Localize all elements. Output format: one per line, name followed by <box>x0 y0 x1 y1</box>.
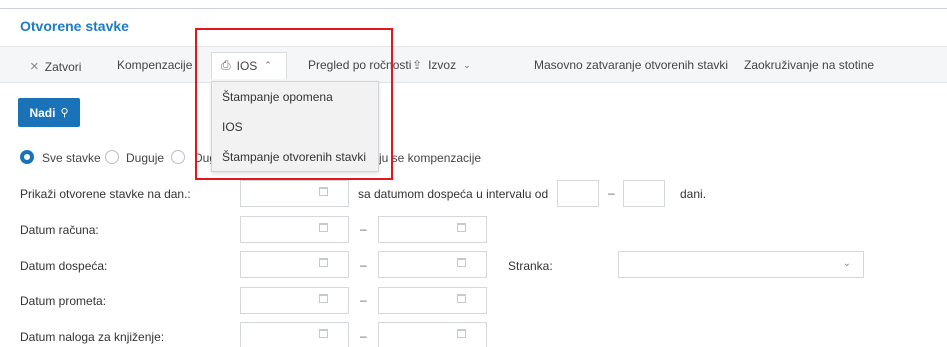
interval-from-input[interactable] <box>557 180 599 207</box>
show-on-date-input[interactable] <box>240 180 349 207</box>
menu-item-ios[interactable]: IOS <box>222 120 243 134</box>
maturity-label: Pregled po ročnosti <box>308 58 412 72</box>
rounding-label: Zaokruživanje na stotine <box>744 58 875 72</box>
close-button[interactable]: × Zatvori <box>30 58 81 75</box>
calendar-icon <box>319 294 328 303</box>
chevron-down-icon: ⌄ <box>842 258 851 269</box>
search-button-label: Nadi <box>29 105 56 120</box>
export-icon: ⇪ <box>412 58 423 72</box>
calendar-icon <box>319 223 328 232</box>
show-on-date-label: Prikaži otvorene stavke na dan.: <box>20 187 191 201</box>
turnover-date-dash: – <box>360 293 367 307</box>
due-date-label: Datum dospeća: <box>20 259 108 273</box>
due-date-dash: – <box>360 258 367 272</box>
due-date-from-input[interactable] <box>240 251 349 278</box>
calendar-icon <box>319 329 328 338</box>
days-label: dani. <box>680 187 707 201</box>
menu-item-print-reminders[interactable]: Štampanje opomena <box>222 90 333 104</box>
export-label: Izvoz <box>428 58 457 72</box>
ios-dropdown-button[interactable]: ⎙ IOS ⌃ <box>221 58 272 73</box>
calendar-icon <box>319 187 328 196</box>
ios-dropdown-menu: Štampanje opomena IOS Štampanje otvoreni… <box>211 81 379 172</box>
radio-debit[interactable] <box>105 150 119 164</box>
compensation-label: Kompenzacije <box>117 58 193 72</box>
close-label: Zatvori <box>44 59 82 74</box>
invoice-date-dash: – <box>360 222 367 236</box>
calendar-icon <box>457 223 466 232</box>
calendar-icon <box>457 258 466 267</box>
turnover-date-label: Datum prometa: <box>20 294 107 308</box>
search-icon: ⚲ <box>60 107 69 119</box>
invoice-date-label: Datum računa: <box>20 223 99 237</box>
posting-date-from-input[interactable] <box>240 322 349 347</box>
top-divider <box>0 8 947 9</box>
radio-debit-label: Duguje <box>126 151 165 165</box>
turnover-date-to-input[interactable] <box>378 287 487 314</box>
rounding-button[interactable]: Zaokruživanje na stotine <box>744 58 874 72</box>
invoice-date-to-input[interactable] <box>378 216 487 243</box>
maturity-overview-button[interactable]: Pregled po ročnosti <box>308 58 411 72</box>
posting-date-label: Datum naloga za knjiženje: <box>20 330 165 344</box>
customer-label: Stranka: <box>508 259 553 273</box>
compensation-button[interactable]: Kompenzacije <box>117 58 192 72</box>
posting-date-dash: – <box>360 329 367 343</box>
radio-compensation-label: ju se kompenzacije <box>379 151 482 165</box>
interval-dash: – <box>608 186 615 200</box>
calendar-icon <box>457 329 466 338</box>
interval-to-input[interactable] <box>623 180 665 207</box>
chevron-down-icon: ⌄ <box>463 59 471 70</box>
radio-partial[interactable] <box>171 150 185 164</box>
radio-all-items[interactable] <box>20 150 34 164</box>
due-date-to-input[interactable] <box>378 251 487 278</box>
turnover-date-from-input[interactable] <box>240 287 349 314</box>
page-title: Otvorene stavke <box>20 18 129 34</box>
customer-select[interactable]: ⌄ <box>618 251 864 278</box>
posting-date-to-input[interactable] <box>378 322 487 347</box>
mass-close-label: Masovno zatvaranje otvorenih stavki <box>534 58 729 72</box>
invoice-date-from-input[interactable] <box>240 216 349 243</box>
calendar-icon <box>457 294 466 303</box>
chevron-up-icon: ⌃ <box>264 60 272 70</box>
interval-label: sa datumom dospeća u intervalu od <box>358 187 549 201</box>
ios-label: IOS <box>236 58 258 73</box>
menu-item-print-open-items[interactable]: Štampanje otvorenih stavki <box>222 150 366 164</box>
toolbar: × Zatvori Kompenzacije ⎙ IOS ⌃ Pregled p… <box>0 46 947 83</box>
export-dropdown-button[interactable]: ⇪ Izvoz ⌄ <box>412 58 471 72</box>
radio-all-label: Sve stavke <box>42 151 101 165</box>
close-icon: × <box>30 58 39 75</box>
printer-icon: ⎙ <box>221 58 231 72</box>
search-button[interactable]: Nadi ⚲ <box>18 98 80 127</box>
calendar-icon <box>319 258 328 267</box>
mass-close-button[interactable]: Masovno zatvaranje otvorenih stavki <box>534 58 728 72</box>
